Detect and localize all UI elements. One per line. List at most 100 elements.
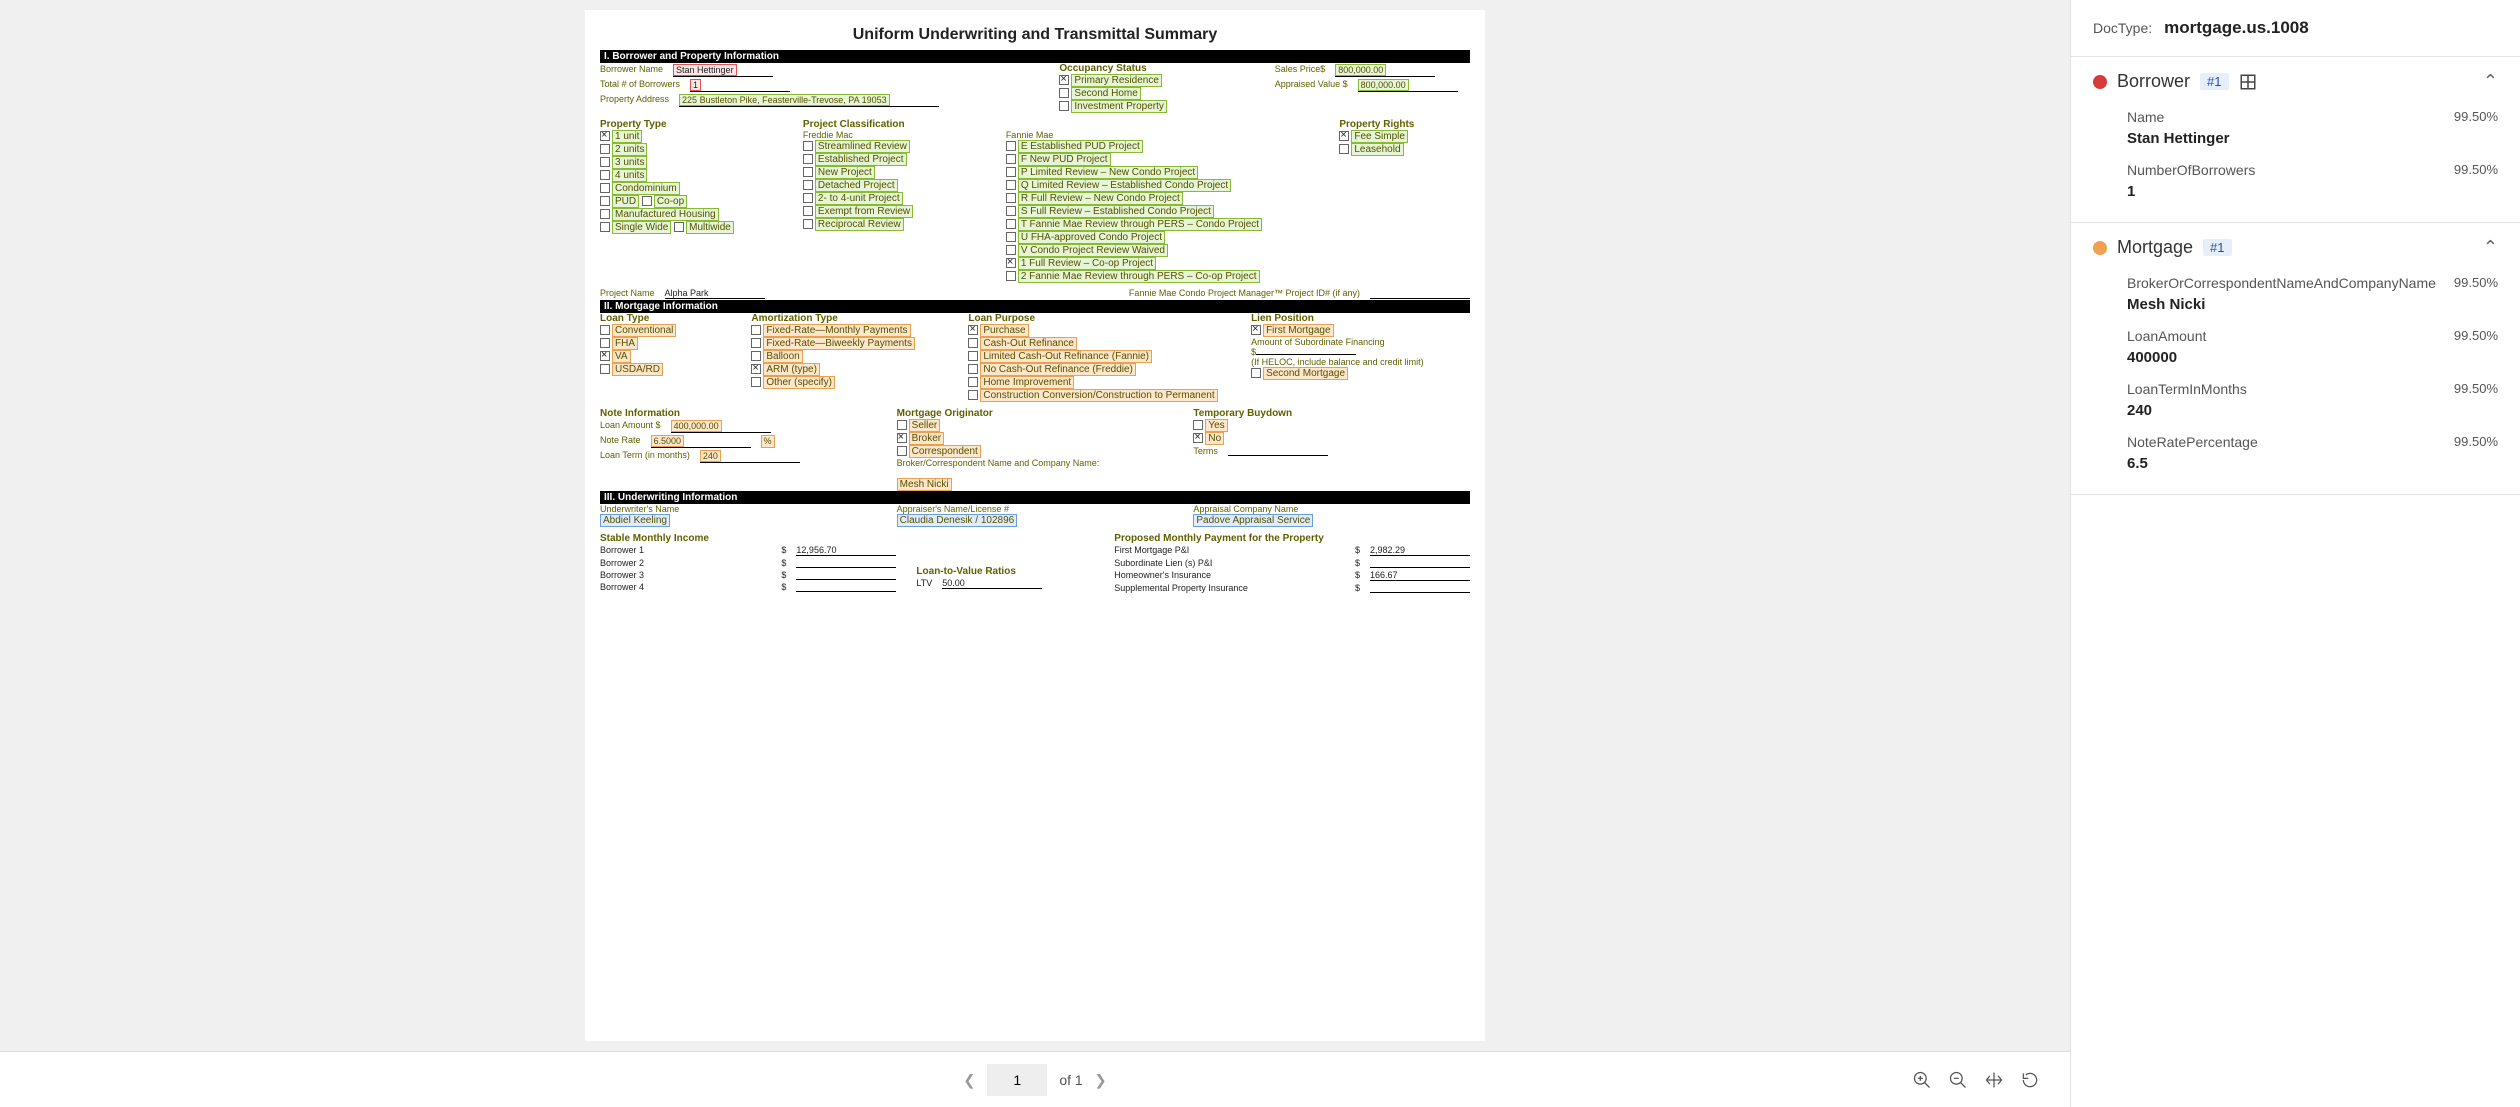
- field-confidence: 99.50%: [2454, 328, 2498, 344]
- freddie-mac-label: Freddie Mac: [803, 130, 986, 140]
- broker-name-value: Mesh Nicki: [897, 478, 952, 491]
- field-confidence: 99.50%: [2454, 381, 2498, 397]
- prev-page-button[interactable]: ❮: [963, 1068, 975, 1092]
- pt-pud: PUD: [612, 195, 639, 208]
- lt-usda: USDA/RD: [612, 363, 663, 376]
- ltv-value: 50.00: [942, 578, 965, 588]
- entity-mortgage-header[interactable]: Mortgage #1 ⌃: [2071, 223, 2520, 272]
- mo-seller: Seller: [909, 419, 941, 432]
- rotate-icon[interactable]: [2020, 1070, 2040, 1090]
- page-total-label: of 1: [1059, 1072, 1082, 1088]
- fannie-mae-label: Fannie Mae: [1006, 130, 1320, 140]
- project-name-label: Project Name: [600, 288, 655, 299]
- fn-p: P Limited Review – New Condo Project: [1018, 166, 1198, 179]
- table-view-icon[interactable]: [2239, 73, 2257, 91]
- fm-reciprocal: Reciprocal Review: [815, 218, 904, 231]
- lt-fha: FHA: [612, 337, 638, 350]
- pt-condo: Condominium: [612, 182, 680, 195]
- borrower-3-label: Borrower 3: [600, 570, 644, 580]
- field-confidence: 99.50%: [2454, 162, 2498, 178]
- lien-dollar: $: [1251, 347, 1256, 357]
- note-rate-value: 6.5000: [651, 435, 685, 447]
- next-page-button[interactable]: ❯: [1095, 1068, 1107, 1092]
- occupancy-label: Occupancy Status: [1059, 63, 1254, 74]
- field-value: 6.5: [2127, 453, 2498, 484]
- p1-amount: 2,982.29: [1370, 545, 1405, 555]
- fn-u: U FHA-approved Condo Project: [1018, 231, 1165, 244]
- lien-first: First Mortgage: [1263, 324, 1333, 337]
- temp-buydown-label: Temporary Buydown: [1193, 408, 1470, 419]
- total-borrowers-label: Total # of Borrowers: [600, 79, 680, 92]
- fn-1: 1 Full Review – Co-op Project: [1018, 257, 1156, 270]
- field-label: LoanAmount: [2127, 328, 2206, 344]
- extraction-panel: DocType: mortgage.us.1008 Borrower #1 ⌃ …: [2070, 0, 2520, 1107]
- chevron-up-icon[interactable]: ⌃: [2483, 71, 2498, 92]
- note-rate-label: Note Rate: [600, 435, 641, 448]
- lien-second: Second Mortgage: [1263, 367, 1348, 380]
- fn-q: Q Limited Review – Established Condo Pro…: [1018, 179, 1231, 192]
- lt-conventional: Conventional: [612, 324, 676, 337]
- project-class-label: Project Classification: [803, 119, 986, 130]
- loan-amount-value: 400,000.00: [671, 420, 722, 432]
- occ-investment: Investment Property: [1071, 100, 1166, 113]
- lien-sub-label: Amount of Subordinate Financing: [1251, 337, 1470, 347]
- total-borrowers-value: 1: [690, 79, 701, 91]
- borrower-name-value: Stan Hettinger: [673, 64, 737, 76]
- entity-borrower-badge: #1: [2200, 73, 2228, 90]
- loan-amount-label: Loan Amount $: [600, 420, 661, 433]
- note-rate-pct: %: [761, 435, 775, 448]
- document-canvas[interactable]: Uniform Underwriting and Transmittal Sum…: [0, 0, 2070, 1051]
- uw-name-value: Abdiel Keeling: [600, 514, 670, 527]
- pt-multiwide: Multiwide: [686, 221, 734, 234]
- doctype-value: mortgage.us.1008: [2164, 18, 2309, 38]
- lp-no-cashout: No Cash-Out Refinance (Freddie): [980, 363, 1136, 376]
- mortgage-dot-icon: [2093, 241, 2107, 255]
- pt-4units: 4 units: [612, 169, 647, 182]
- fn-t: T Fannie Mae Review through PERS – Condo…: [1018, 218, 1262, 231]
- page-number-input[interactable]: [987, 1064, 1047, 1096]
- zoom-in-icon[interactable]: [1912, 1070, 1932, 1090]
- am-fixed-biweekly: Fixed-Rate—Biweekly Payments: [763, 337, 915, 350]
- project-name-value: Alpha Park: [665, 288, 709, 298]
- property-rights-label: Property Rights: [1339, 119, 1470, 130]
- property-address-value: 225 Bustleton Pike, Feasterville-Trevose…: [679, 94, 890, 106]
- borrower-name-label: Borrower Name: [600, 64, 663, 77]
- fm-streamlined: Streamlined Review: [815, 140, 910, 153]
- entity-borrower: Borrower #1 ⌃ Name99.50% Stan Hettinger …: [2071, 57, 2520, 223]
- field-label: BrokerOrCorrespondentNameAndCompanyName: [2127, 275, 2427, 291]
- field-label: Name: [2127, 109, 2164, 125]
- fn-2: 2 Fannie Mae Review through PERS – Co-op…: [1018, 270, 1260, 283]
- section-3-header: III. Underwriting Information: [600, 491, 1470, 504]
- field-value: Mesh Nicki: [2127, 294, 2498, 325]
- pr-leasehold: Leasehold: [1351, 143, 1403, 156]
- fn-s: S Full Review – Established Condo Projec…: [1018, 205, 1214, 218]
- chevron-up-icon[interactable]: ⌃: [2483, 237, 2498, 258]
- fn-r: R Full Review – New Condo Project: [1018, 192, 1183, 205]
- p1-label: First Mortgage P&I: [1114, 545, 1189, 556]
- note-info-label: Note Information: [600, 408, 877, 419]
- pan-icon[interactable]: [1984, 1070, 2004, 1090]
- p3-amount: 166.67: [1370, 570, 1398, 580]
- p4-label: Supplemental Property Insurance: [1114, 583, 1248, 593]
- doctype-label: DocType:: [2093, 20, 2152, 36]
- field-label: NumberOfBorrowers: [2127, 162, 2255, 178]
- uw-name-label: Underwriter's Name: [600, 504, 877, 514]
- sales-price-value: 800,000.00: [1335, 64, 1386, 76]
- occ-second: Second Home: [1071, 87, 1140, 100]
- appraiser-value: Claudia Denesik / 102896: [897, 514, 1018, 527]
- property-type-label: Property Type: [600, 119, 783, 130]
- broker-corr-label: Broker/Correspondent Name and Company Na…: [897, 458, 1174, 468]
- ltv-label: Loan-to-Value Ratios: [916, 566, 1094, 577]
- lt-va: VA: [612, 350, 631, 363]
- lp-home-improvement: Home Improvement: [980, 376, 1074, 389]
- loan-type-label: Loan Type: [600, 313, 731, 324]
- entity-borrower-header[interactable]: Borrower #1 ⌃: [2071, 57, 2520, 106]
- field-label: LoanTermInMonths: [2127, 381, 2247, 397]
- mo-correspondent: Correspondent: [909, 445, 981, 458]
- zoom-out-icon[interactable]: [1948, 1070, 1968, 1090]
- borrower-4-label: Borrower 4: [600, 582, 644, 592]
- property-address-label: Property Address: [600, 94, 669, 107]
- section-2-header: II. Mortgage Information: [600, 300, 1470, 313]
- borrower-dot-icon: [2093, 75, 2107, 89]
- terms-label: Terms: [1193, 446, 1218, 456]
